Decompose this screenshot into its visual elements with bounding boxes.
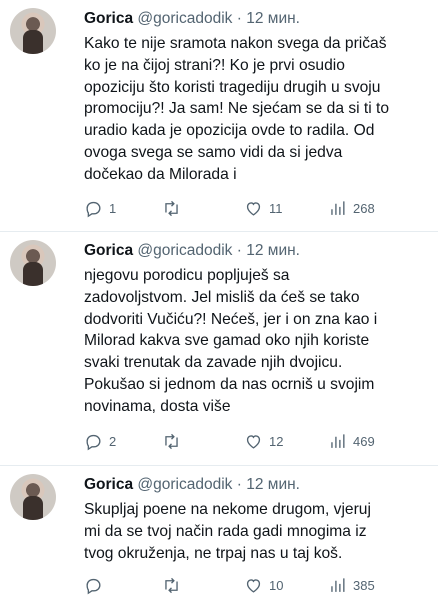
tweet-header: Gorica @goricadodik · 12 мин. <box>84 242 300 260</box>
reply-icon <box>86 434 101 450</box>
timestamp[interactable]: 12 мин. <box>246 242 300 259</box>
text-line: zadovoljstvom. Jel misliš da ćeš se tako <box>84 288 360 306</box>
separator: · <box>236 476 242 493</box>
tweet-3[interactable]: Gorica @goricadodik · 12 мин. Skupljaj p… <box>0 466 438 600</box>
views-count: 385 <box>353 577 375 593</box>
views-button[interactable]: 385 <box>328 574 375 596</box>
reply-icon <box>86 578 101 594</box>
views-icon <box>331 433 345 448</box>
reply-button[interactable]: 1 <box>84 197 116 219</box>
like-button[interactable]: 11 <box>244 197 283 219</box>
separator: · <box>236 242 242 259</box>
tweet-actions: 2 12 469 <box>84 430 434 452</box>
tweet-text: Kako te nije sramota nakon svega da prič… <box>84 33 434 186</box>
views-count: 268 <box>353 200 375 216</box>
author-handle[interactable]: @goricadodik <box>137 10 232 27</box>
author-name[interactable]: Gorica <box>84 476 133 493</box>
avatar[interactable] <box>10 240 56 286</box>
avatar[interactable] <box>10 8 56 54</box>
author-name[interactable]: Gorica <box>84 10 133 27</box>
tweet-1[interactable]: Gorica @goricadodik · 12 мин. Kako te ni… <box>0 0 438 230</box>
retweet-button[interactable] <box>162 197 187 219</box>
heart-icon <box>246 578 261 593</box>
reply-count: 2 <box>109 433 117 449</box>
text-line: promociju?! Ja sam! Ne sjećam se da si t… <box>84 100 390 118</box>
text-line: ko je na čijoj strani?! Ko je prvi osudi… <box>84 56 345 74</box>
like-button[interactable]: 12 <box>244 430 283 452</box>
reply-button[interactable] <box>84 574 109 596</box>
views-count: 469 <box>353 433 375 449</box>
text-line: tvog okruženja, ne trpaj nas u taj koš. <box>84 544 343 562</box>
author-handle[interactable]: @goricadodik <box>137 242 232 259</box>
views-button[interactable]: 469 <box>328 430 375 452</box>
tweet-actions: 1 11 268 <box>84 197 434 219</box>
text-line: dodvoriti Vučiću?! Nećeš, jer i on zna k… <box>84 310 378 328</box>
timestamp[interactable]: 12 мин. <box>246 10 300 27</box>
retweet-button[interactable] <box>162 574 187 596</box>
views-icon <box>331 200 345 215</box>
retweet-icon <box>165 577 178 593</box>
like-count: 10 <box>269 577 284 593</box>
text-line: Pokušao si jednom da nas ocrniš u svojim <box>84 375 375 393</box>
text-line: svaki trenutak da zavade njih dvojicu. <box>84 354 343 372</box>
avatar[interactable] <box>10 474 56 520</box>
text-line: dočekao da Milorada i <box>84 165 237 183</box>
author-name[interactable]: Gorica <box>84 242 133 259</box>
text-line: Skupljaj poene na nekome drugom, vjeruj <box>84 501 371 518</box>
like-count: 12 <box>269 433 284 449</box>
text-line: uradio kada je opozicija ovde to radila.… <box>84 122 375 140</box>
text-line: novinama, dosta više <box>84 397 231 415</box>
text-line: opoziciju što koristi tragediju drugih u… <box>84 78 381 96</box>
timestamp[interactable]: 12 мин. <box>246 476 300 493</box>
separator: · <box>236 10 242 27</box>
like-count: 11 <box>269 200 283 216</box>
retweet-button[interactable] <box>162 430 187 452</box>
text-line: njegovu porodicu popljuješ sa <box>84 267 290 284</box>
author-handle[interactable]: @goricadodik <box>137 476 232 493</box>
reply-icon <box>86 201 101 217</box>
views-icon <box>331 577 345 592</box>
retweet-icon <box>165 200 178 216</box>
reply-count: 1 <box>109 200 117 216</box>
like-button[interactable]: 10 <box>244 574 283 596</box>
heart-icon <box>246 201 261 216</box>
retweet-icon <box>165 433 178 449</box>
tweet-text: Skupljaj poene na nekome drugom, vjeruj … <box>84 499 434 564</box>
tweet-text: njegovu porodicu popljuješ sa zadovoljst… <box>84 265 434 418</box>
views-button[interactable]: 268 <box>328 197 375 219</box>
tweet-header: Gorica @goricadodik · 12 мин. <box>84 10 300 28</box>
text-line: Milorad kakva sve gamad oko njih koriste <box>84 332 370 350</box>
text-line: Kako te nije sramota nakon svega da prič… <box>84 35 387 52</box>
tweet-header: Gorica @goricadodik · 12 мин. <box>84 476 300 494</box>
tweet-actions: 10 385 <box>84 574 434 596</box>
reply-button[interactable]: 2 <box>84 430 116 452</box>
tweet-2[interactable]: Gorica @goricadodik · 12 мин. njegovu po… <box>0 232 438 472</box>
heart-icon <box>246 434 261 449</box>
text-line: mi da se tvoj način rada gadi mnogima iz <box>84 522 367 540</box>
text-line: ovoga svega se samo vidi da si jedva <box>84 143 343 161</box>
